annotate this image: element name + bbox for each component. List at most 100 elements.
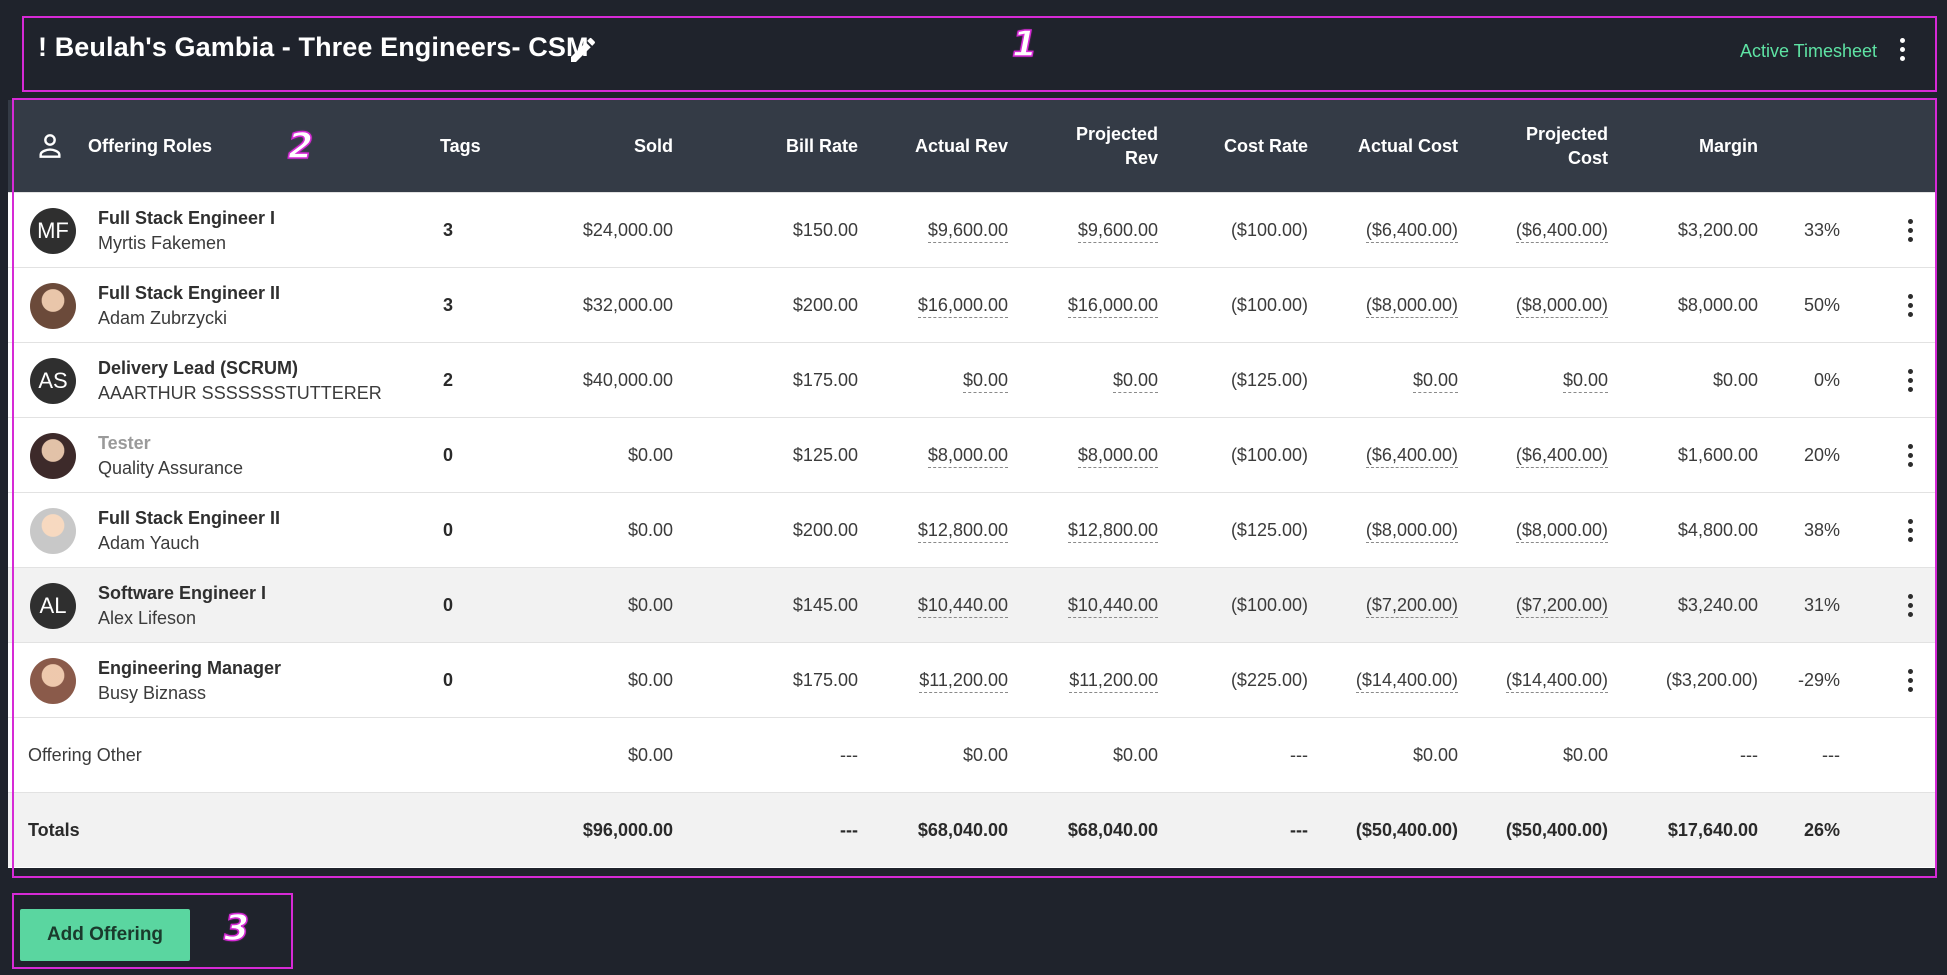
actual-rev-cell-value[interactable]: $10,440.00 xyxy=(917,595,1008,618)
sold-cell: $40,000.00 xyxy=(478,343,673,418)
col-actual-cost[interactable]: Actual Cost xyxy=(1308,134,1458,158)
actual-cost-cell-value[interactable]: ($14,400.00) xyxy=(1355,670,1458,693)
role-name[interactable]: Delivery Lead (SCRUM) xyxy=(98,356,382,380)
role-name[interactable]: Full Stack Engineer II xyxy=(98,506,280,530)
col-bill-rate[interactable]: Bill Rate xyxy=(728,134,858,158)
actual-cost-cell-value[interactable]: ($8,000.00) xyxy=(1365,295,1458,318)
more-vertical-icon[interactable] xyxy=(1905,294,1915,320)
totals-label: Totals xyxy=(28,820,80,840)
projected-cost-cell: ($8,000.00) xyxy=(1458,493,1608,568)
role-name[interactable]: Full Stack Engineer I xyxy=(98,206,275,230)
actual-rev-cell-value[interactable]: $9,600.00 xyxy=(927,220,1008,243)
bill-rate-cell: $175.00 xyxy=(728,343,858,418)
projected-rev-cell-value[interactable]: $0.00 xyxy=(1112,370,1158,393)
table-row[interactable]: Engineering Manager Busy Biznass 0 $0.00 $17… xyxy=(8,642,1937,717)
more-vertical-icon[interactable] xyxy=(1905,669,1915,695)
projected-rev-cell-value[interactable]: $8,000.00 xyxy=(1077,445,1158,468)
add-offering-button[interactable]: Add Offering xyxy=(20,909,190,961)
role-cell: Full Stack Engineer I Myrtis Fakemen xyxy=(98,206,275,256)
actual-cost-cell: ($8,000.00) xyxy=(1308,493,1458,568)
col-projected-cost-line2: Cost xyxy=(1568,148,1608,168)
tags-cell: 2 xyxy=(442,370,453,390)
more-vertical-icon[interactable] xyxy=(1905,444,1915,470)
actual-rev-cell-value[interactable]: $11,200.00 xyxy=(919,670,1008,693)
projected-rev-cell: $12,800.00 xyxy=(1028,493,1158,568)
actual-cost-cell: ($8,000.00) xyxy=(1308,268,1458,343)
actual-rev-cell-value[interactable]: $8,000.00 xyxy=(927,445,1008,468)
table-row[interactable]: AS Delivery Lead (SCRUM) AAARTHUR SSSSSSST… xyxy=(8,342,1937,417)
col-projected-cost[interactable]: Projected Cost xyxy=(1458,122,1608,170)
actual-rev-cell-value[interactable]: $0.00 xyxy=(962,370,1008,393)
col-sold[interactable]: Sold xyxy=(568,134,673,158)
projected-rev-cell-value[interactable]: $11,200.00 xyxy=(1069,670,1158,693)
margin-cell-value: $3,240.00 xyxy=(1677,595,1758,615)
table-row[interactable]: AL Software Engineer I Alex Lifeson 0 $0.00 $… xyxy=(8,567,1937,642)
tags-cell: 3 xyxy=(442,220,453,240)
more-vertical-icon[interactable] xyxy=(1905,369,1915,395)
totals-sold-cell: $96,000.00 xyxy=(582,820,673,840)
table-row[interactable]: Full Stack Engineer II Adam Yauch 0 $0.00 $2… xyxy=(8,492,1937,567)
actual-rev-cell: $16,000.00 xyxy=(878,268,1008,343)
role-name[interactable]: Software Engineer I xyxy=(98,581,266,605)
margin-percent-cell-value: 0% xyxy=(1813,370,1840,390)
actual-rev-cell-value[interactable]: $12,800.00 xyxy=(917,520,1008,543)
actual-cost-cell: $0.00 xyxy=(1308,343,1458,418)
col-projected-rev-line1: Projected xyxy=(1075,124,1158,144)
avatar xyxy=(30,658,76,704)
more-vertical-icon[interactable] xyxy=(1905,594,1915,620)
actual-cost-cell-value[interactable]: ($8,000.00) xyxy=(1365,520,1458,543)
cost-rate-cell-value: ($100.00) xyxy=(1230,445,1308,465)
role-name[interactable]: Full Stack Engineer II xyxy=(98,281,280,305)
projected-rev-cell-value[interactable]: $9,600.00 xyxy=(1077,220,1158,243)
margin-percent-cell: 20% xyxy=(1768,418,1840,493)
margin-cell-value: ($3,200.00) xyxy=(1665,670,1758,690)
margin-percent-cell-value: 20% xyxy=(1803,445,1840,465)
table-row[interactable]: Tester Quality Assurance 0 $0.00 $125.00 $8,0… xyxy=(8,417,1937,492)
projected-rev-cell-value[interactable]: $16,000.00 xyxy=(1067,295,1158,318)
projected-cost-cell-value[interactable]: ($8,000.00) xyxy=(1515,295,1608,318)
actual-cost-cell: ($7,200.00) xyxy=(1308,568,1458,643)
projected-cost-cell-value[interactable]: ($7,200.00) xyxy=(1515,595,1608,618)
projected-rev-cell: $9,600.00 xyxy=(1028,193,1158,268)
active-timesheet-link[interactable]: Active Timesheet xyxy=(1740,41,1877,62)
col-actual-rev[interactable]: Actual Rev xyxy=(878,134,1008,158)
role-cell: Full Stack Engineer II Adam Zubrzycki xyxy=(98,281,280,331)
cost-rate-cell: ($125.00) xyxy=(1178,493,1308,568)
margin-cell: $3,240.00 xyxy=(1608,568,1758,643)
col-tags[interactable]: Tags xyxy=(440,134,481,158)
avatar xyxy=(30,508,76,554)
other-label: Offering Other xyxy=(28,745,142,765)
actual-rev-cell: $8,000.00 xyxy=(878,418,1008,493)
role-name[interactable]: Engineering Manager xyxy=(98,656,281,680)
actual-cost-cell-value[interactable]: ($7,200.00) xyxy=(1365,595,1458,618)
actual-rev-cell: $9,600.00 xyxy=(878,193,1008,268)
table-row[interactable]: MF Full Stack Engineer I Myrtis Fakemen 3 $2… xyxy=(8,192,1937,267)
role-name[interactable]: Tester xyxy=(98,431,243,455)
col-projected-rev[interactable]: Projected Rev xyxy=(1028,122,1158,170)
projected-cost-cell-value[interactable]: ($6,400.00) xyxy=(1515,445,1608,468)
col-projected-rev-line2: Rev xyxy=(1124,148,1158,168)
table-row[interactable]: Full Stack Engineer II Adam Zubrzycki 3 $32… xyxy=(8,267,1937,342)
person-name: Adam Zubrzycki xyxy=(98,308,228,328)
tags-cell: 0 xyxy=(442,445,453,465)
more-vertical-icon[interactable] xyxy=(1897,38,1907,64)
actual-cost-cell-value[interactable]: $0.00 xyxy=(1412,370,1458,393)
pencil-icon[interactable] xyxy=(567,34,599,66)
projected-cost-cell-value[interactable]: $0.00 xyxy=(1562,370,1608,393)
more-vertical-icon[interactable] xyxy=(1905,219,1915,245)
projected-rev-cell-value[interactable]: $12,800.00 xyxy=(1067,520,1158,543)
margin-cell-value: $3,200.00 xyxy=(1677,220,1758,240)
actual-cost-cell-value[interactable]: ($6,400.00) xyxy=(1365,220,1458,243)
col-offering-roles[interactable]: Offering Roles xyxy=(88,134,212,158)
more-vertical-icon[interactable] xyxy=(1905,519,1915,545)
actual-rev-cell-value[interactable]: $16,000.00 xyxy=(917,295,1008,318)
projected-cost-cell-value[interactable]: ($14,400.00) xyxy=(1505,670,1608,693)
tags-cell: 3 xyxy=(442,295,453,315)
projected-rev-cell-value[interactable]: $10,440.00 xyxy=(1067,595,1158,618)
actual-cost-cell-value[interactable]: ($6,400.00) xyxy=(1365,445,1458,468)
projected-cost-cell-value[interactable]: ($8,000.00) xyxy=(1515,520,1608,543)
col-cost-rate[interactable]: Cost Rate xyxy=(1178,134,1308,158)
projected-cost-cell-value[interactable]: ($6,400.00) xyxy=(1515,220,1608,243)
sold-cell: $32,000.00 xyxy=(478,268,673,343)
col-margin[interactable]: Margin xyxy=(1608,134,1758,158)
